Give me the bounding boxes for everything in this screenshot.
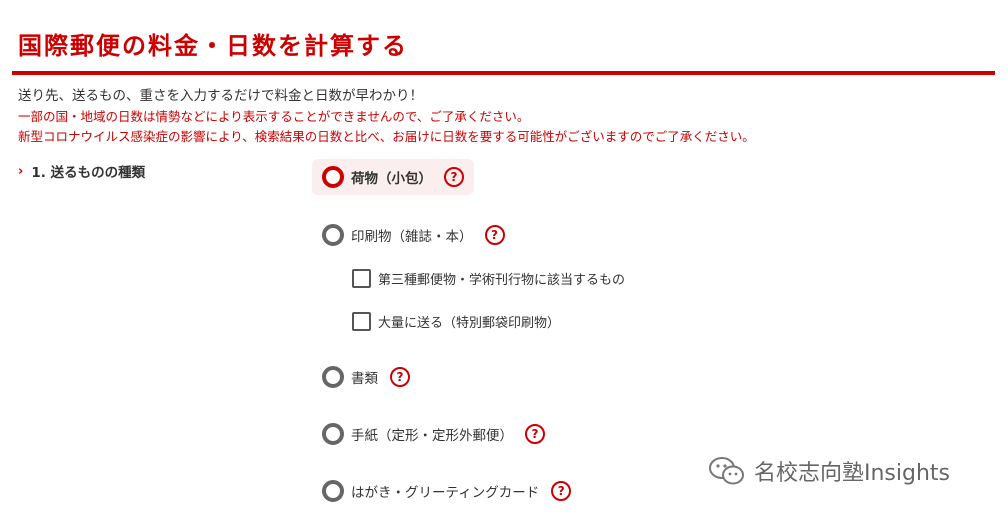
section-heading-label: 1. 送るものの種類 (31, 165, 146, 181)
watermark-text: 名校志向塾Insights (754, 461, 951, 486)
radio-unselected-icon[interactable] (322, 366, 344, 388)
intro-text: 送り先、送るもの、重さを入力するだけで料金と日数が早わかり！ (18, 88, 423, 104)
radio-unselected-icon[interactable] (322, 423, 344, 445)
help-icon[interactable]: ? (551, 481, 572, 501)
notice-text: 新型コロナウイルス感染症の影響により、検索結果の日数と比べ、お届けに日数を要する… (18, 129, 755, 144)
chevron-right-icon: › (18, 163, 24, 179)
radio-unselected-icon[interactable] (322, 480, 344, 502)
help-icon[interactable]: ? (525, 424, 545, 444)
help-icon[interactable]: ? (444, 167, 464, 187)
help-icon[interactable]: ? (484, 225, 505, 245)
radio-unselected-icon[interactable] (322, 224, 344, 246)
wechat-icon (709, 457, 744, 485)
checkbox-third-class-mail[interactable]: 第三種郵便物・学術刊行物に該当するもの (352, 268, 625, 288)
checkbox-label: 第三種郵便物・学術刊行物に該当するもの (378, 272, 626, 288)
radio-option-label: 印刷物（雑誌・本） (351, 229, 473, 245)
radio-option-parcel[interactable]: 荷物（小包） ? (312, 159, 474, 195)
notice-text: 一部の国・地域の日数は情勢などにより表示することができませんので、ご了承ください… (18, 109, 530, 124)
radio-option-label: 手紙（定形・定形外郵便） (351, 428, 513, 444)
section-heading: › 1. 送るものの種類 (18, 161, 146, 182)
radio-option-letter[interactable]: 手紙（定形・定形外郵便） ? (322, 423, 545, 445)
checkbox-bulk-printed-matter[interactable]: 大量に送る（特別郵袋印刷物） (352, 311, 560, 331)
radio-option-documents[interactable]: 書類 ? (322, 366, 410, 388)
radio-option-printed-matter[interactable]: 印刷物（雑誌・本） ? (322, 224, 505, 246)
radio-option-postcard[interactable]: はがき・グリーティングカード ? (322, 480, 572, 502)
radio-selected-icon[interactable] (322, 166, 344, 188)
page-title: 国際郵便の料金・日数を計算する (18, 32, 408, 60)
help-icon[interactable]: ? (390, 367, 410, 387)
checkbox-icon[interactable] (352, 268, 371, 288)
radio-option-label: 荷物（小包） (351, 171, 432, 187)
radio-option-label: 書類 (351, 371, 378, 387)
checkbox-label: 大量に送る（特別郵袋印刷物） (378, 315, 561, 331)
checkbox-icon[interactable] (352, 311, 371, 331)
watermark: 名校志向塾Insights (708, 455, 950, 487)
title-divider (12, 71, 995, 75)
radio-option-label: はがき・グリーティングカード (351, 485, 540, 501)
